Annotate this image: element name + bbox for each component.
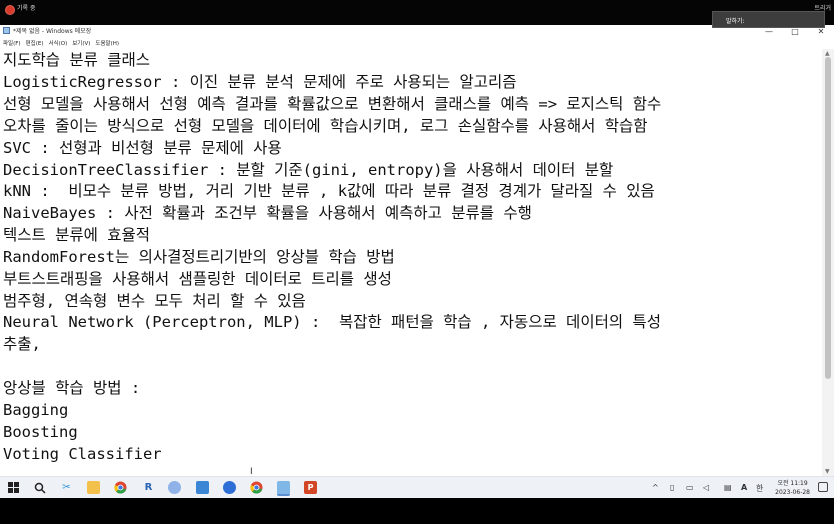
search-icon[interactable]: [33, 481, 46, 494]
lang-a-indicator[interactable]: A: [741, 483, 747, 492]
bottom-letterbox: [0, 498, 834, 524]
editor-line: NaiveBayes : 사전 확률과 조건부 확률을 사용해서 예측하고 분류…: [3, 204, 532, 222]
editor-line: 추출,: [3, 335, 41, 353]
r-icon[interactable]: R: [142, 481, 155, 494]
editor-line: 오차를 줄이는 방식으로 선형 모델을 데이터에 학습시키며, 로그 손실함수를…: [3, 117, 648, 135]
editor-line: SVC : 선형과 비선형 분류 문제에 사용: [3, 139, 282, 157]
powerpoint-icon[interactable]: P: [304, 481, 317, 494]
record-icon[interactable]: [5, 5, 15, 15]
editor-line: kNN : 비모수 분류 방법, 거리 기반 분류 , k값에 따라 분류 결정…: [3, 182, 655, 200]
editor-line: LogisticRegressor : 이진 분류 분석 문제에 주로 사용되는…: [3, 73, 517, 91]
mouse-text-cursor: I: [250, 467, 253, 476]
file-explorer-icon[interactable]: [87, 481, 100, 494]
keyboard-icon[interactable]: ▤: [724, 483, 732, 492]
app-icon[interactable]: [168, 481, 181, 494]
lang-han-indicator[interactable]: 한: [756, 483, 763, 494]
snipping-icon[interactable]: ✂: [60, 481, 73, 494]
notepad-icon[interactable]: [277, 481, 290, 496]
editor-line: Voting Classifier: [3, 445, 162, 463]
title-bar[interactable]: *제목 없음 - Windows 메모장 — □ ✕: [0, 25, 834, 37]
tray-chevron-icon[interactable]: ^: [652, 483, 659, 492]
lock-icon[interactable]: ▯: [670, 483, 674, 492]
editor-line: 범주형, 연속형 변수 모두 처리 할 수 있음: [3, 292, 306, 310]
editor-line: 앙상블 학습 방법 :: [3, 379, 141, 397]
notepad-window: *제목 없음 - Windows 메모장 — □ ✕ 파일(F) 편집(E) 서…: [0, 25, 834, 476]
windows-start-icon[interactable]: [7, 481, 20, 494]
editor-line: Neural Network (Perceptron, MLP) : 복잡한 패…: [3, 313, 661, 331]
chrome-icon-2[interactable]: [250, 481, 263, 494]
volume-icon[interactable]: ◁: [703, 483, 709, 492]
text-editor[interactable]: 지도학습 분류 클래스 LogisticRegressor : 이진 분류 분석…: [0, 49, 822, 476]
scroll-down-icon[interactable]: ▼: [825, 468, 830, 475]
editor-line: Bagging: [3, 401, 69, 419]
network-icon[interactable]: ▭: [686, 483, 694, 492]
menu-file[interactable]: 파일(F): [3, 39, 21, 47]
clock[interactable]: 오전 11:19 2023-06-28: [775, 479, 810, 497]
recording-bar: 기록 중 트리거: [0, 0, 834, 25]
editor-line: 지도학습 분류 클래스: [3, 51, 151, 69]
menu-view[interactable]: 보기(V): [72, 39, 90, 47]
menu-bar: 파일(F) 편집(E) 서식(O) 보기(V) 도움말(H): [0, 38, 834, 48]
editor-line: 텍스트 분류에 효율적: [3, 226, 151, 244]
taskbar: ✂ R P ^ ▯ ▭ ◁ ▤ A 한 오전 11:19 2023-06-28: [0, 476, 834, 498]
notification-icon[interactable]: [818, 482, 828, 492]
speak-popup[interactable]: 말하기:: [712, 11, 825, 28]
notepad-icon: [3, 27, 10, 34]
clock-time: 오전 11:19: [777, 480, 808, 487]
menu-help[interactable]: 도움말(H): [95, 39, 119, 47]
menu-edit[interactable]: 편집(E): [26, 39, 44, 47]
editor-line: RandomForest는 의사결정트리기반의 앙상블 학습 방법: [3, 248, 395, 266]
editor-line: 부트스트래핑을 사용해서 샘플링한 데이터로 트리를 생성: [3, 270, 392, 288]
chrome-icon[interactable]: [114, 481, 127, 494]
window-title: *제목 없음 - Windows 메모장: [13, 28, 92, 35]
zoom-icon[interactable]: [223, 481, 236, 494]
scroll-up-icon[interactable]: ▲: [825, 50, 830, 57]
editor-line: DecisionTreeClassifier : 분할 기준(gini, ent…: [3, 161, 614, 179]
clock-date: 2023-06-28: [775, 489, 810, 496]
remote-desktop-icon[interactable]: [196, 481, 209, 494]
vertical-scrollbar[interactable]: ▲ ▼: [822, 49, 834, 476]
recording-label: 기록 중: [17, 5, 36, 12]
menu-format[interactable]: 서식(O): [48, 39, 67, 47]
editor-line: 선형 모델을 사용해서 선형 예측 결과를 확률값으로 변환해서 클래스를 예측…: [3, 95, 662, 113]
editor-line: Boosting: [3, 423, 78, 441]
scrollbar-thumb[interactable]: [825, 57, 831, 379]
